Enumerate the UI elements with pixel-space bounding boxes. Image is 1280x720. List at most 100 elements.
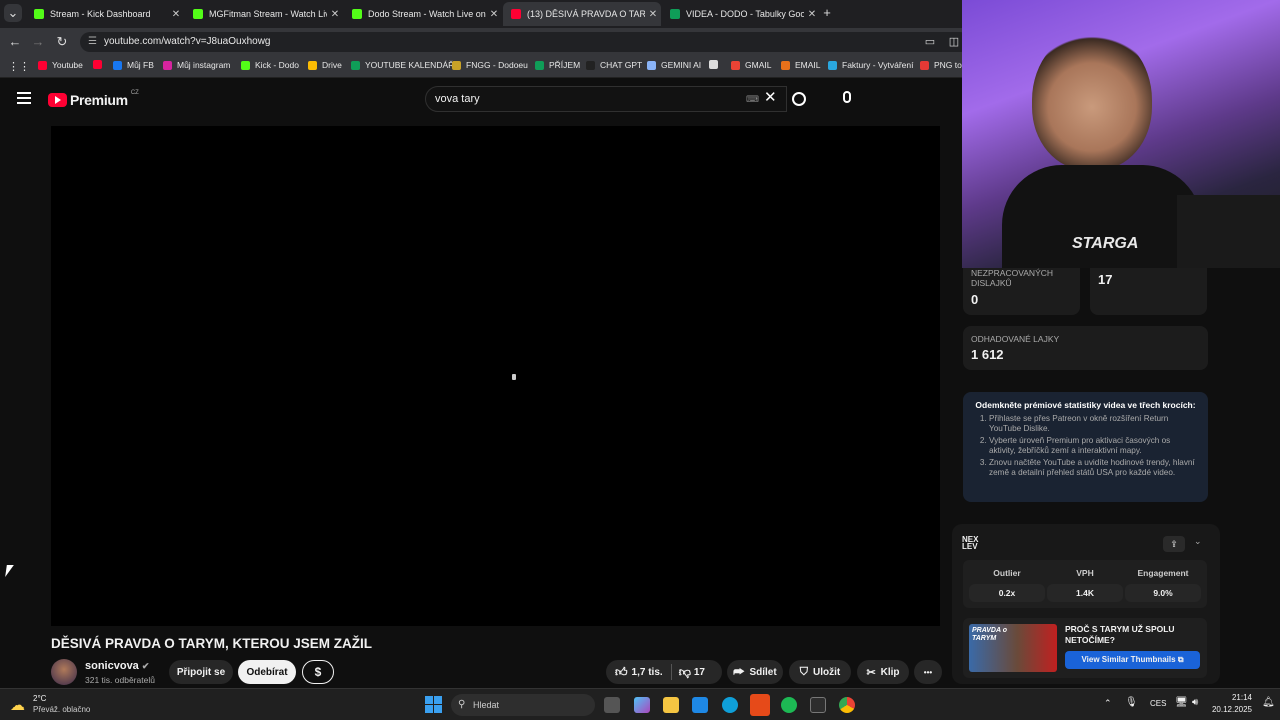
bookmark-label: PŘÍJEM (549, 60, 581, 70)
bookmark-item[interactable]: PŘÍJEM (535, 60, 580, 70)
network-icon[interactable]: 🖥︎ (1175, 697, 1188, 708)
clip-button[interactable]: ✂ Klip (857, 660, 909, 684)
export-icon[interactable]: ⇪ (1163, 536, 1185, 552)
reload-button[interactable]: ↻ (53, 33, 71, 51)
copilot-icon[interactable] (634, 697, 650, 713)
terminal-icon[interactable] (810, 697, 826, 713)
bookmark-item[interactable]: YOUTUBE KALENDÁŘ (351, 60, 454, 70)
windows-start-icon[interactable] (425, 696, 442, 713)
site-info-icon[interactable]: ☰ (88, 32, 97, 52)
bookmark-item[interactable]: PNG to (920, 60, 962, 70)
file-explorer-icon[interactable] (663, 697, 679, 713)
loading-indicator (512, 374, 516, 380)
outlook-icon[interactable] (692, 697, 708, 713)
close-tab-icon[interactable]: ✕ (486, 9, 502, 20)
chevron-down-icon[interactable]: ⌄ (1194, 536, 1202, 547)
close-tab-icon[interactable]: ✕ (645, 9, 661, 20)
bookmark-item[interactable]: Můj FB (113, 60, 154, 70)
bookmark-item[interactable]: Drive (308, 60, 342, 70)
microphone-tray-icon[interactable]: 🎙︎ (1125, 697, 1138, 708)
edge-icon[interactable] (722, 697, 738, 713)
browser-tab[interactable]: VIDEA - DODO - Tabulky Googl ✕ (662, 2, 820, 26)
search-input[interactable]: vova tary ⌨ ✕ (425, 86, 787, 112)
save-button[interactable]: ⛉ Uložit (789, 660, 851, 684)
share-button[interactable]: ⮫ Sdílet (727, 660, 783, 684)
view-similar-button[interactable]: View Similar Thumbnails ⧉ (1065, 651, 1200, 669)
bookmark-item[interactable]: GEMINI AI (647, 60, 701, 70)
volume-icon[interactable]: 🔊︎ (1192, 697, 1198, 708)
close-tab-icon[interactable]: ✕ (327, 9, 343, 20)
bookmark-favicon-icon (452, 60, 461, 70)
dislikes-value: 17 (1098, 272, 1113, 287)
like-dislike-group: 👍︎ 1,7 tis. 👎︎ 17 (606, 660, 722, 684)
premium-promo-card: Odemkněte prémiové statistiky videa ve t… (963, 392, 1208, 502)
temperature: 2°C (33, 694, 47, 703)
bookmark-item[interactable]: Můj instagram (163, 60, 230, 70)
dislike-icon[interactable]: 👎︎ (679, 665, 691, 680)
url-input[interactable]: ☰ youtube.com/watch?v=J8uaOuxhowg (80, 32, 970, 52)
browser-tab[interactable]: Stream - Kick Dashboard ✕ (26, 2, 184, 26)
bookmark-item[interactable]: Kick - Dodo (241, 60, 299, 70)
new-tab-button[interactable]: + (818, 4, 836, 22)
notification-bell-icon[interactable]: 🔔︎ (1262, 697, 1275, 708)
chevron-up-icon[interactable]: ⌃ (1104, 698, 1112, 709)
bookmark-favicon-icon (241, 60, 250, 70)
bookmark-item[interactable]: Faktury - Vytváření (828, 60, 913, 70)
weather-icon[interactable]: ☁ (10, 696, 25, 714)
dislike-count[interactable]: 17 (694, 667, 705, 678)
clock-time[interactable]: 21:14 (1212, 693, 1252, 702)
youtube-logo[interactable]: Premium CZ (48, 90, 139, 108)
search-icon[interactable] (792, 92, 806, 106)
thumbnail-caption: PROČ S TARYM UŽ SPOLU NETOČÍME? (1065, 624, 1175, 645)
channel-name[interactable]: sonicvova ✔ (85, 660, 149, 672)
tab-search-button[interactable]: ⌄ (4, 4, 22, 22)
back-button[interactable]: ← (6, 33, 24, 51)
menu-icon[interactable] (17, 92, 31, 104)
bookmark-item[interactable] (93, 60, 107, 69)
video-thumbnail[interactable]: PRAVDA o TARYM (969, 624, 1057, 672)
bookmark-item[interactable] (709, 60, 723, 69)
browser-tab[interactable]: MGFitman Stream - Watch Live ✕ (185, 2, 343, 26)
bookmark-label: CHAT GPT (600, 60, 643, 70)
cast-icon[interactable]: ▭ (921, 33, 939, 51)
close-tab-icon[interactable]: ✕ (168, 9, 184, 20)
subscribe-button[interactable]: Odebírat (238, 660, 296, 684)
keyboard-icon[interactable]: ⌨ (746, 87, 759, 111)
streaming-app-icon[interactable] (750, 694, 770, 716)
tab-title: MGFitman Stream - Watch Live (209, 9, 327, 19)
apps-icon[interactable]: ⋮⋮ (8, 60, 30, 73)
tab-title: Dodo Stream - Watch Live on K (368, 9, 486, 19)
browser-tab[interactable]: Dodo Stream - Watch Live on K ✕ (344, 2, 502, 26)
bookmark-favicon-icon (586, 60, 595, 70)
bookmark-item[interactable]: EMAIL (781, 60, 821, 70)
premium-step: Vyberte úroveň Premium pro aktivaci časo… (989, 436, 1198, 456)
join-button[interactable]: Připojit se (169, 660, 233, 684)
bookmark-item[interactable]: CHAT GPT (586, 60, 642, 70)
thanks-button[interactable]: $ (302, 660, 334, 684)
tab-title: VIDEA - DODO - Tabulky Googl (686, 9, 804, 19)
task-view-icon[interactable] (604, 697, 620, 713)
microphone-icon[interactable] (843, 91, 851, 103)
metric-value: 0.2x (969, 584, 1045, 602)
unprocessed-value: 0 (971, 292, 979, 307)
browser-tab[interactable]: (13) DĚSIVÁ PRAVDA O TARYM✕ (503, 2, 661, 26)
like-count[interactable]: 1,7 tis. (632, 667, 663, 678)
like-icon[interactable]: 👍︎ (615, 665, 628, 680)
bookmark-item[interactable]: FNGG - Dodoeu (452, 60, 528, 70)
share-label: Sdílet (749, 666, 777, 678)
bookmark-item[interactable]: Youtube (38, 60, 83, 70)
forward-button[interactable]: → (29, 33, 47, 51)
bookmark-item[interactable]: GMAIL (731, 60, 771, 70)
video-player[interactable] (51, 126, 940, 626)
taskbar-search-input[interactable]: ⚲ Hledat (451, 694, 595, 716)
screenshot-icon[interactable]: ◫ (945, 33, 963, 51)
unprocessed-label: NEZPRACOVANÝCH DISLAJKŮ (971, 268, 1054, 288)
channel-avatar[interactable] (51, 659, 77, 685)
chrome-icon[interactable] (839, 697, 855, 713)
tab-title: Stream - Kick Dashboard (50, 9, 151, 19)
spotify-icon[interactable] (781, 697, 797, 713)
language-indicator[interactable]: CES (1150, 699, 1166, 708)
clock-date[interactable]: 20.12.2025 (1202, 705, 1252, 714)
clear-search-icon[interactable]: ✕ (764, 86, 777, 110)
more-actions-button[interactable]: ••• (914, 660, 942, 684)
